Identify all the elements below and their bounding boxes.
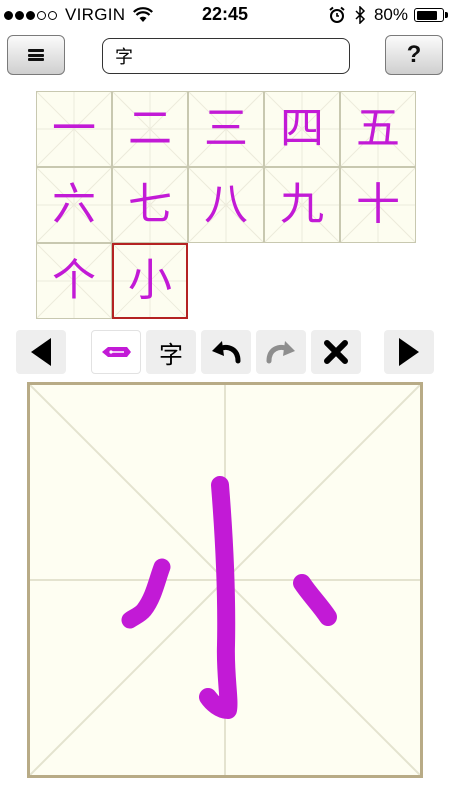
stroke-vertical-hook <box>199 476 238 719</box>
character-cell[interactable]: 三 <box>188 91 264 167</box>
character-glyph: 六 <box>52 179 96 230</box>
stroke-right-dot <box>293 574 337 626</box>
x-icon <box>324 340 348 364</box>
battery-percent: 80% <box>373 5 408 24</box>
handwritten-character <box>121 476 337 719</box>
character-grid: 一二三四五六七八九十个小 <box>36 91 416 321</box>
drawing-canvas[interactable] <box>27 382 423 778</box>
battery-icon <box>414 8 448 22</box>
previous-button[interactable] <box>16 330 66 374</box>
character-cell-selected[interactable]: 小 <box>112 243 188 319</box>
character-glyph: 个 <box>52 255 96 306</box>
character-glyph: 四 <box>280 103 324 154</box>
character-cell[interactable]: 二 <box>112 91 188 167</box>
character-glyph: 七 <box>128 179 172 230</box>
battery-level <box>416 10 437 20</box>
character-cell[interactable]: 一 <box>36 91 112 167</box>
hamburger-menu-icon <box>28 49 44 61</box>
pen-icon <box>102 347 131 357</box>
stroke-left-dot <box>121 558 171 629</box>
character-cell[interactable]: 七 <box>112 167 188 243</box>
show-character-button[interactable]: 字 <box>146 330 196 374</box>
undo-icon <box>212 341 241 364</box>
character-glyph: 二 <box>128 103 172 154</box>
character-cell[interactable]: 六 <box>36 167 112 243</box>
next-button[interactable] <box>384 330 434 374</box>
character-cell[interactable]: 个 <box>36 243 112 319</box>
search-input[interactable]: 字 <box>102 38 350 74</box>
undo-button[interactable] <box>201 330 251 374</box>
triangle-left-icon <box>31 338 51 366</box>
character-glyph: 九 <box>280 179 324 230</box>
help-button[interactable]: ? <box>385 35 443 75</box>
character-cell[interactable]: 五 <box>340 91 416 167</box>
triangle-right-icon <box>399 338 419 366</box>
character-cell[interactable]: 九 <box>264 167 340 243</box>
menu-button[interactable] <box>7 35 65 75</box>
character-cell[interactable]: 八 <box>188 167 264 243</box>
pen-tool-button[interactable] <box>91 330 141 374</box>
redo-icon <box>266 341 295 364</box>
character-glyph: 十 <box>356 179 400 230</box>
bluetooth-icon <box>355 6 366 24</box>
redo-button[interactable] <box>256 330 306 374</box>
alarm-icon <box>329 6 345 23</box>
character-glyph: 三 <box>204 103 248 154</box>
character-glyph: 一 <box>52 103 96 154</box>
clear-button[interactable] <box>311 330 361 374</box>
character-glyph: 八 <box>204 179 248 230</box>
status-right: 80% <box>328 5 448 25</box>
character-glyph: 小 <box>128 255 172 306</box>
character-glyph: 五 <box>356 103 400 154</box>
status-bar: VIRGIN 22:45 80% <box>0 0 450 30</box>
character-toggle-label: 字 <box>159 340 183 369</box>
character-cell[interactable]: 十 <box>340 167 416 243</box>
character-cell[interactable]: 四 <box>264 91 340 167</box>
